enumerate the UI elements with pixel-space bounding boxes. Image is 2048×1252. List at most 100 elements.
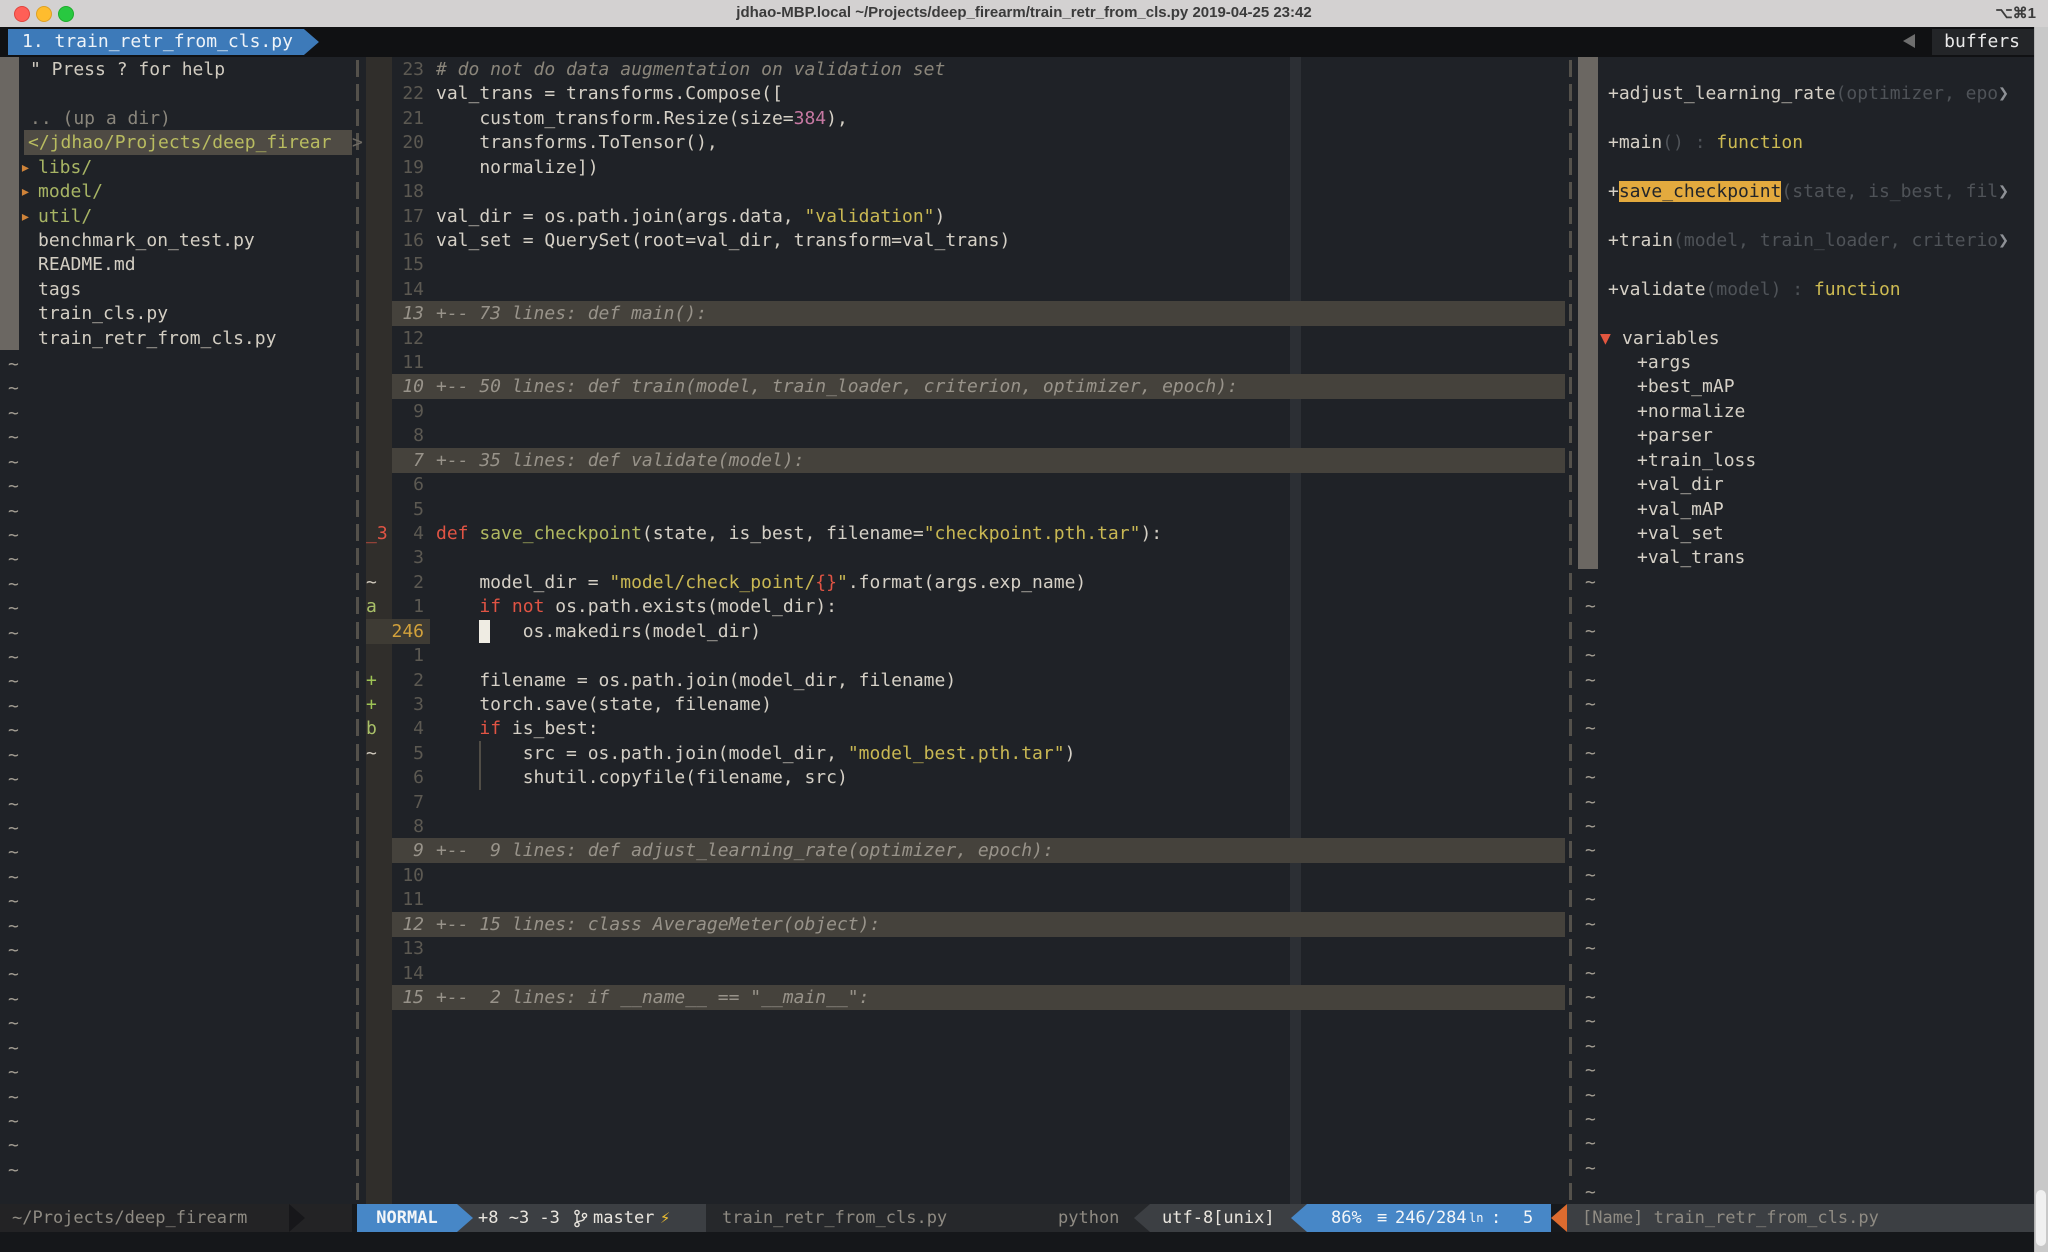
tagbar-scrollbar[interactable] — [1578, 57, 1598, 569]
tagbar-tilde: ~ — [1585, 961, 1596, 986]
fold-line-number: 10 — [373, 374, 424, 399]
fold-line-number: 9 — [373, 838, 424, 863]
trigram-icon: ≡ — [1377, 1204, 1387, 1232]
line-number: 4 — [373, 716, 424, 741]
code-text: transforms.ToTensor(), — [436, 130, 718, 155]
code-line[interactable]: 10 — [0, 863, 2048, 888]
tagbar-tag[interactable]: +validate(model) : function — [1608, 277, 1901, 302]
code-line[interactable]: 5 — [0, 497, 2048, 522]
folded-code-text: +-- 50 lines: def train(model, train_loa… — [436, 374, 1238, 399]
code-line[interactable]: 12 — [0, 326, 2048, 351]
tag-segment: ❯ — [1998, 83, 2009, 104]
code-line[interactable]: 4_3def save_checkpoint(state, is_best, f… — [0, 521, 2048, 546]
code-line[interactable]: 5~ src = os.path.join(model_dir, "model_… — [0, 741, 2048, 766]
buffers-label[interactable]: buffers — [1932, 29, 2034, 55]
statusline-encoding: utf-8[unix] — [1162, 1204, 1275, 1232]
tag-segment: (model) — [1706, 279, 1782, 300]
tagbar-tilde: ~ — [1585, 912, 1596, 937]
code-line[interactable]: 10 +-- 50 lines: def train(model, train_l… — [0, 374, 2048, 399]
tag-segment: +adjust_learning_rate — [1608, 83, 1836, 104]
code-line[interactable]: 7 — [0, 790, 2048, 815]
code-line[interactable]: 13 — [0, 936, 2048, 961]
code-segment: custom_transform.Resize(size= — [436, 108, 794, 129]
code-segment: torch.save(state, filename) — [436, 694, 772, 715]
tagbar-tag[interactable]: +adjust_learning_rate(optimizer, epo❯ — [1608, 81, 2009, 106]
code-line[interactable]: 15 — [0, 252, 2048, 277]
code-line[interactable]: 1a if not os.path.exists(model_dir): — [0, 594, 2048, 619]
gutter-sign: ~ — [366, 570, 377, 595]
tag-segment: ❯ — [1998, 230, 2009, 251]
tag-segment: : — [1781, 279, 1814, 300]
tagbar-tilde: ~ — [1585, 814, 1596, 839]
tagbar-variable[interactable]: +val_dir — [1637, 472, 1724, 497]
code-line[interactable]: 2~ model_dir = "model/check_point/{}".fo… — [0, 570, 2048, 595]
tagbar-variable[interactable]: +val_set — [1637, 521, 1724, 546]
tagbar-tag[interactable]: +save_checkpoint(state, is_best, fil❯ — [1608, 179, 2009, 204]
code-segment: save_checkpoint — [479, 523, 642, 544]
code-line[interactable]: 2+ filename = os.path.join(model_dir, fi… — [0, 668, 2048, 693]
line-number: 2 — [373, 668, 424, 693]
line-number: 17 — [373, 204, 424, 229]
code-line[interactable]: 11 — [0, 887, 2048, 912]
code-line[interactable]: 12+-- 15 lines: class AverageMeter(objec… — [0, 912, 2048, 937]
code-line[interactable]: 4b if is_best: — [0, 716, 2048, 741]
tagbar-tag[interactable]: +main() : function — [1608, 130, 1803, 155]
folded-code-text: +-- 73 lines: def main(): — [436, 301, 707, 326]
line-number: 18 — [373, 179, 424, 204]
tagbar-variable[interactable]: +train_loss — [1637, 448, 1756, 473]
code-text: if not os.path.exists(model_dir): — [436, 594, 837, 619]
line-number: 13 — [373, 936, 424, 961]
tag-segment: (model, train_loader, criterio — [1673, 230, 1998, 251]
code-line[interactable]: 15+-- 2 lines: if __name__ == "__main__"… — [0, 985, 2048, 1010]
code-line[interactable]: 8 — [0, 814, 2048, 839]
code-line[interactable]: 6 — [0, 472, 2048, 497]
tab-train-retr-from-cls[interactable]: 1. train_retr_from_cls.py — [8, 29, 319, 55]
window-separator-left — [356, 1037, 359, 1054]
window-separator-right — [1569, 1134, 1572, 1151]
code-segment: (state, is_best, filename= — [642, 523, 924, 544]
code-segment — [436, 718, 479, 739]
tagbar-tilde: ~ — [1585, 741, 1596, 766]
line-number: 12 — [373, 326, 424, 351]
code-segment: if — [479, 718, 501, 739]
tagbar-variable[interactable]: +parser — [1637, 423, 1713, 448]
macos-scrollbar-thumb[interactable] — [2036, 1190, 2046, 1246]
code-line[interactable]: 3+ torch.save(state, filename) — [0, 692, 2048, 717]
line-number: 11 — [373, 350, 424, 375]
group-label: variables — [1622, 326, 1720, 351]
gutter-sign: ~ — [366, 741, 377, 766]
code-line[interactable]: 6 shutil.copyfile(filename, src) — [0, 765, 2048, 790]
tagbar-variable[interactable]: +best_mAP — [1637, 374, 1735, 399]
tagbar-tilde: ~ — [1585, 1131, 1596, 1156]
code-line[interactable]: 1 — [0, 643, 2048, 668]
code-line[interactable]: 17val_dir = os.path.join(args.data, "val… — [0, 204, 2048, 229]
tagbar-variable[interactable]: +val_mAP — [1637, 497, 1724, 522]
tag-segment: function — [1814, 279, 1901, 300]
code-segment: ) — [1065, 743, 1076, 764]
code-segment: {} — [815, 572, 837, 593]
code-line[interactable]: 13+-- 73 lines: def main(): — [0, 301, 2048, 326]
code-segment: not — [512, 596, 545, 617]
code-line[interactable]: 19 normalize]) — [0, 155, 2048, 180]
tagbar-tilde: ~ — [1585, 838, 1596, 863]
statusline-filetype: python — [1058, 1204, 1119, 1232]
code-line[interactable]: 9+-- 9 lines: def adjust_learning_rate(o… — [0, 838, 2048, 863]
tagbar-tilde: ~ — [1585, 570, 1596, 595]
code-line[interactable]: 21 custom_transform.Resize(size=384), — [0, 106, 2048, 131]
line-number: 22 — [373, 81, 424, 106]
code-line[interactable]: 8 — [0, 423, 2048, 448]
code-line[interactable]: 14 — [0, 961, 2048, 986]
macos-scrollbar-track[interactable] — [2034, 27, 2048, 1252]
tagbar-tag[interactable]: +train(model, train_loader, criterio❯ — [1608, 228, 2009, 253]
statusline-filename: train_retr_from_cls.py — [722, 1204, 947, 1232]
nerdtree-tilde: ~ — [8, 1011, 19, 1036]
code-line[interactable]: 246 os.makedirs(model_dir) — [0, 619, 2048, 644]
tagbar-variable[interactable]: +val_trans — [1637, 545, 1745, 570]
window-separator-right — [1569, 1183, 1572, 1200]
tagbar-variable[interactable]: +args — [1637, 350, 1691, 375]
tagbar-variable[interactable]: +normalize — [1637, 399, 1745, 424]
folded-code-text: +-- 2 lines: if __name__ == "__main__": — [436, 985, 869, 1010]
tagbar-tilde: ~ — [1585, 936, 1596, 961]
code-line[interactable]: 23# do not do data augmentation on valid… — [0, 57, 2048, 82]
code-line[interactable]: 11 — [0, 350, 2048, 375]
